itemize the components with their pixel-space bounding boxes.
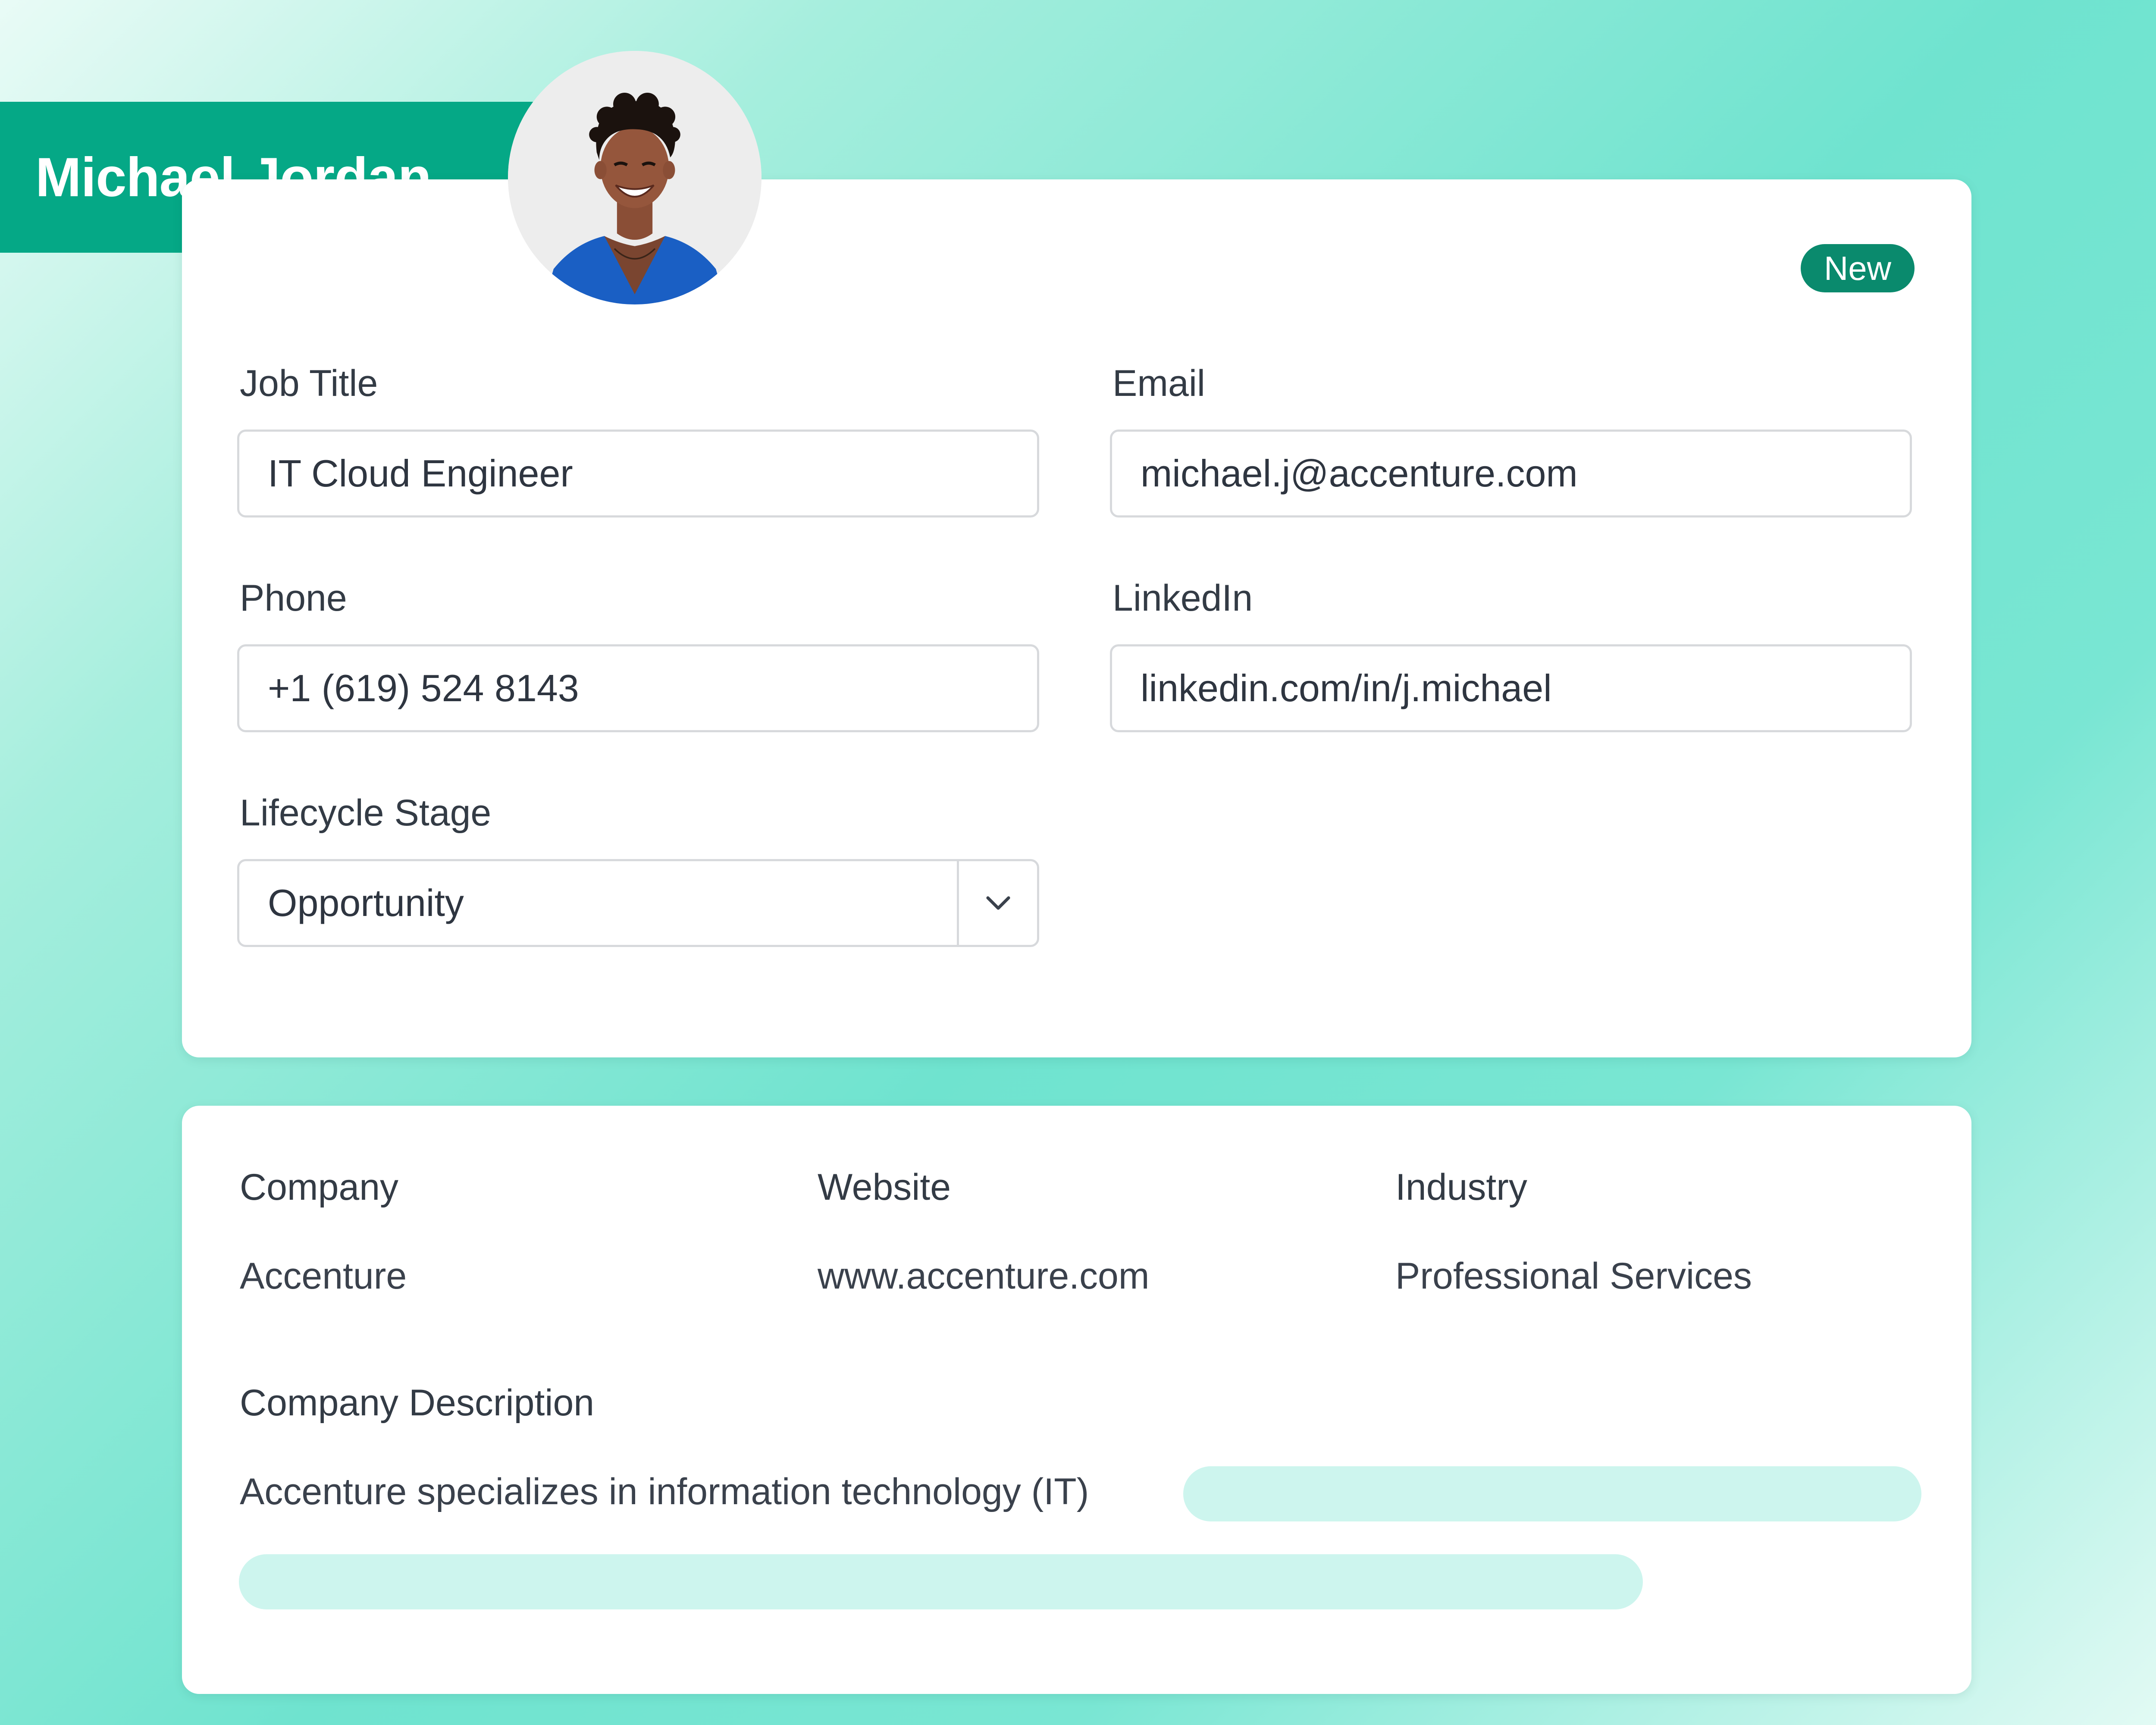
avatar: [508, 51, 761, 304]
company-description-text: Accenture specializes in information tec…: [240, 1471, 1089, 1512]
new-status-badge: New: [1801, 244, 1915, 292]
website-label: Website: [818, 1167, 951, 1208]
description-placeholder-line: [239, 1554, 1643, 1609]
company-details-card: Company Accenture Website www.accenture.…: [182, 1106, 1971, 1694]
job-title-value: IT Cloud Engineer: [268, 452, 573, 495]
industry-value: Professional Services: [1395, 1255, 1752, 1297]
industry-label: Industry: [1395, 1167, 1527, 1208]
phone-field[interactable]: +1 (619) 524 8143: [237, 644, 1039, 732]
contact-details-card: New Job Title IT Cloud Engineer Email mi…: [182, 179, 1971, 1057]
chevron-down-icon[interactable]: [959, 861, 1037, 945]
linkedin-label: LinkedIn: [1112, 577, 1253, 619]
lifecycle-stage-select[interactable]: Opportunity: [237, 859, 1039, 947]
phone-label: Phone: [240, 577, 347, 619]
lifecycle-stage-value: Opportunity: [268, 881, 464, 924]
phone-value: +1 (619) 524 8143: [268, 667, 579, 709]
company-value: Accenture: [240, 1255, 407, 1297]
linkedin-field[interactable]: linkedin.com/in/j.michael: [1110, 644, 1912, 732]
job-title-field[interactable]: IT Cloud Engineer: [237, 430, 1039, 518]
email-field[interactable]: michael.j@accenture.com: [1110, 430, 1912, 518]
email-label: Email: [1112, 363, 1206, 404]
linkedin-value: linkedin.com/in/j.michael: [1141, 667, 1552, 709]
company-label: Company: [240, 1167, 399, 1208]
job-title-label: Job Title: [240, 363, 378, 404]
lifecycle-stage-label: Lifecycle Stage: [240, 792, 492, 834]
email-value: michael.j@accenture.com: [1141, 452, 1578, 495]
website-value: www.accenture.com: [818, 1255, 1150, 1297]
description-placeholder-line: [1183, 1466, 1921, 1521]
person-photo-icon: [508, 51, 761, 304]
company-description-label: Company Description: [240, 1382, 595, 1424]
